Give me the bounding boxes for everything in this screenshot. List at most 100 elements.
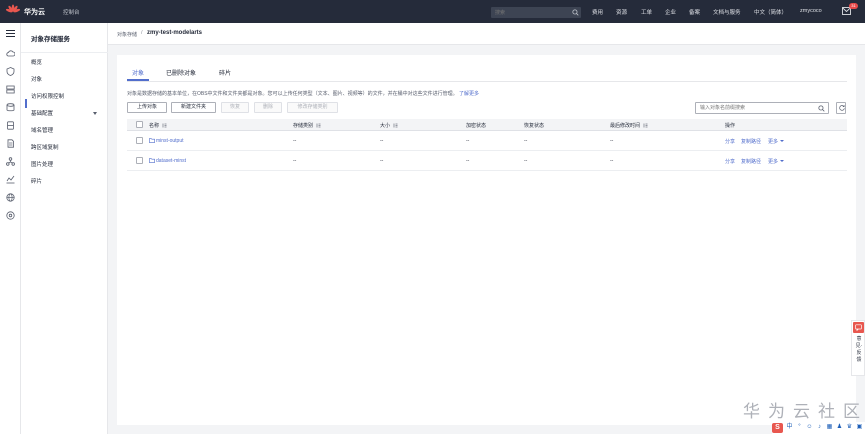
mail-badge: 31	[849, 3, 858, 9]
new-folder-button[interactable]: 新建文件夹	[171, 102, 216, 113]
column-name[interactable]: 名称	[149, 122, 167, 129]
learn-more-link[interactable]: 了解更多	[459, 91, 479, 97]
column-storage-class[interactable]: 存储类别	[293, 122, 321, 129]
nav-billing[interactable]: 费用	[592, 8, 603, 16]
description-text: 对象是数据存储的基本单位，在OBS中文件和文件夹都是对象。您可以上传任何类型（文…	[127, 91, 458, 97]
change-storage-class-button[interactable]: 修改存储类别	[287, 102, 338, 113]
cell-restore-status: --	[524, 158, 528, 164]
search-icon[interactable]	[818, 105, 825, 112]
share-link[interactable]: 分享	[725, 138, 735, 145]
document-icon[interactable]	[6, 139, 15, 148]
keyboard-icon[interactable]: ▦	[826, 424, 833, 431]
search-icon[interactable]	[572, 9, 579, 16]
feedback-label[interactable]: 意见·反馈	[855, 336, 863, 364]
sidebar-item-overview[interactable]: 概览	[31, 58, 103, 68]
user-account[interactable]: zmycoco	[800, 8, 822, 14]
breadcrumb: 对象存储 / zmy-test-modelarts	[108, 23, 865, 45]
sidebar-item-basic-config[interactable]: 基础配置	[31, 109, 103, 119]
upload-object-button[interactable]: 上传对象	[127, 102, 167, 113]
column-restore-status: 恢复状态	[524, 123, 545, 129]
globe-icon[interactable]	[6, 193, 15, 202]
console-link[interactable]: 控制台	[63, 8, 80, 16]
feedback-widget[interactable]: 意见·反馈	[851, 320, 865, 376]
tab-fragments[interactable]: 碎片	[219, 68, 231, 77]
refresh-icon	[838, 105, 845, 111]
top-navigation-bar: 华为云 控制台 费用 资源 工单 企业 备案 文档与服务 中文（简体） zmyc…	[0, 0, 865, 23]
ime-punctuation-icon[interactable]: °	[796, 424, 803, 431]
ime-menu-icon[interactable]: ▣	[856, 424, 863, 431]
skin-icon[interactable]: ♟	[836, 424, 843, 431]
settings-icon[interactable]	[6, 211, 15, 220]
brand-name[interactable]: 华为云	[24, 7, 45, 17]
copy-path-link[interactable]: 复制路径	[741, 158, 761, 165]
tab-divider	[127, 81, 847, 82]
column-size[interactable]: 大小	[380, 122, 398, 129]
cloud-storage-icon[interactable]	[6, 103, 15, 112]
network-icon[interactable]	[6, 157, 15, 166]
sidebar-item-fragments[interactable]: 碎片	[31, 177, 103, 187]
nav-docs-support[interactable]: 文档与服务	[713, 8, 741, 16]
ime-chinese-mode[interactable]: 中	[786, 424, 793, 431]
emoji-icon[interactable]: ☺	[806, 424, 813, 431]
object-search[interactable]	[695, 102, 829, 114]
more-dropdown[interactable]: 更多	[768, 138, 785, 145]
objects-description: 对象是数据存储的基本单位，在OBS中文件和文件夹都是对象。您可以上传任何类型（文…	[127, 90, 479, 97]
feedback-button[interactable]	[853, 322, 864, 333]
sidebar-item-cross-region-replication[interactable]: 跨区域复制	[31, 143, 103, 153]
table-row: dataset-minst -- -- -- -- -- 分享 复制路径 更多	[127, 151, 847, 171]
sidebar-item-domain[interactable]: 域名管理	[31, 126, 103, 136]
active-tab-indicator	[127, 79, 149, 81]
caret-down-icon	[93, 112, 97, 115]
object-search-input[interactable]	[696, 103, 814, 113]
sogou-ime-icon[interactable]: S	[772, 423, 783, 433]
object-name-link[interactable]: minst-output	[149, 138, 184, 144]
sidebar-item-access-control[interactable]: 访问权限控制	[31, 92, 103, 102]
column-operations: 操作	[725, 123, 736, 129]
tab-deleted-objects[interactable]: 已删除对象	[166, 68, 196, 77]
breadcrumb-parent[interactable]: 对象存储	[117, 31, 137, 38]
sort-icon[interactable]	[162, 123, 167, 128]
global-search[interactable]	[491, 7, 581, 18]
server-icon[interactable]	[6, 85, 15, 94]
share-link[interactable]: 分享	[725, 158, 735, 165]
delete-button[interactable]: 删除	[254, 102, 282, 113]
nav-tickets[interactable]: 工单	[641, 8, 652, 16]
copy-path-link[interactable]: 复制路径	[741, 138, 761, 145]
sidebar-item-image-processing[interactable]: 图片处理	[31, 160, 103, 170]
sort-icon[interactable]	[643, 123, 648, 128]
monitor-icon[interactable]	[6, 175, 15, 184]
objects-panel: 对象 已删除对象 碎片 对象是数据存储的基本单位，在OBS中文件和文件夹都是对象…	[117, 55, 856, 425]
database-icon[interactable]	[6, 121, 15, 130]
nav-icp-filing[interactable]: 备案	[689, 8, 700, 16]
cell-last-modified: --	[610, 158, 614, 164]
shield-icon[interactable]	[6, 67, 15, 76]
sidebar-item-objects[interactable]: 对象	[31, 75, 103, 85]
select-all-checkbox[interactable]	[136, 121, 143, 128]
menu-icon[interactable]	[6, 29, 15, 38]
object-name-link[interactable]: dataset-minst	[149, 158, 186, 164]
column-last-modified[interactable]: 最后修改时间	[610, 122, 648, 129]
nav-enterprise[interactable]: 企业	[665, 8, 676, 16]
row-checkbox[interactable]	[136, 157, 143, 164]
table-header: 名称 存储类别 大小 加密状态 恢复状态 最后修改时间 操作	[127, 119, 847, 131]
breadcrumb-current: zmy-test-modelarts	[147, 30, 203, 36]
restore-button[interactable]: 恢复	[221, 102, 249, 113]
sort-icon[interactable]	[316, 123, 321, 128]
toolbox-icon[interactable]: ♛	[846, 424, 853, 431]
row-checkbox[interactable]	[136, 137, 143, 144]
tab-objects[interactable]: 对象	[132, 68, 144, 77]
cell-storage-class: --	[293, 158, 297, 164]
voice-icon[interactable]: ♪	[816, 424, 823, 431]
sort-icon[interactable]	[393, 123, 398, 128]
cell-size: --	[380, 138, 384, 144]
sidebar-active-indicator	[25, 99, 27, 108]
global-search-input[interactable]	[491, 7, 569, 18]
language-selector[interactable]: 中文（简体）	[754, 8, 787, 16]
folder-icon	[149, 158, 155, 163]
more-dropdown[interactable]: 更多	[768, 158, 785, 165]
sidebar-divider	[21, 52, 108, 53]
refresh-button[interactable]	[836, 102, 846, 114]
cloud-icon[interactable]	[6, 49, 15, 58]
nav-resources[interactable]: 资源	[616, 8, 627, 16]
huawei-logo-icon[interactable]	[6, 4, 20, 18]
